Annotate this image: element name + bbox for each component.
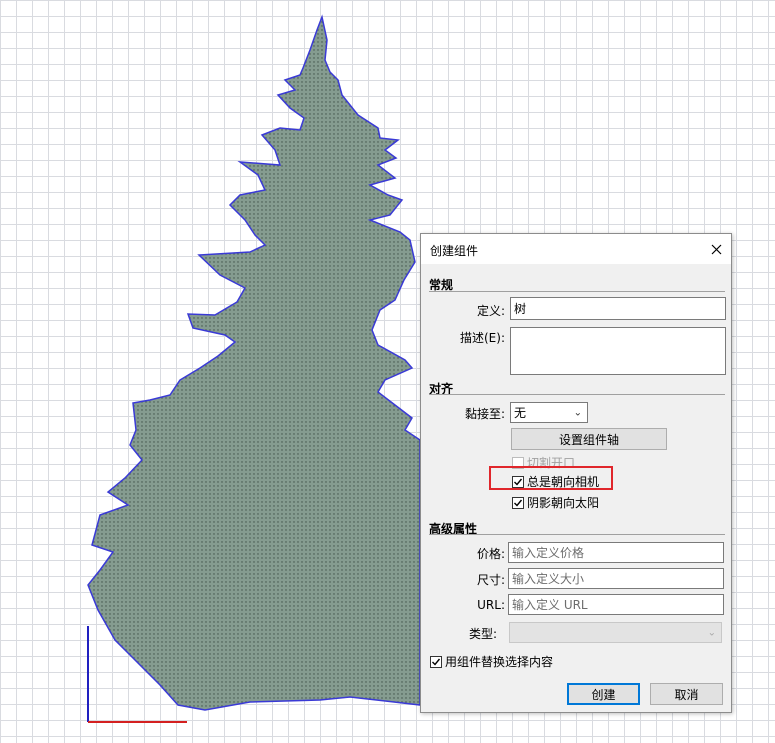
- checkbox-box: [512, 496, 524, 509]
- definition-label: 定义:: [476, 304, 505, 318]
- close-icon: [711, 244, 721, 254]
- section-divider: [429, 394, 725, 395]
- type-select[interactable]: ⌄: [509, 622, 722, 643]
- highlight-box: [489, 466, 613, 490]
- dialog-titlebar[interactable]: 创建组件: [421, 234, 731, 264]
- set-component-axes-button[interactable]: 设置组件轴: [511, 428, 667, 450]
- replace-selection-label: 用组件替换选择内容: [445, 655, 554, 669]
- size-input[interactable]: 输入定义大小: [508, 568, 724, 589]
- type-label: 类型:: [468, 627, 497, 641]
- glue-to-value: 无: [514, 406, 527, 420]
- price-input[interactable]: 输入定义价格: [508, 542, 724, 563]
- definition-input[interactable]: 树: [510, 297, 726, 320]
- checkmark-icon: [432, 658, 441, 666]
- size-label: 尺寸:: [476, 573, 505, 587]
- url-input[interactable]: 输入定义 URL: [508, 594, 724, 615]
- url-label: URL:: [477, 598, 505, 612]
- close-button[interactable]: [701, 234, 731, 264]
- shadows-face-sun-checkbox[interactable]: 阴影朝向太阳: [512, 494, 599, 511]
- glue-to-select[interactable]: 无 ⌄: [510, 402, 588, 423]
- checkbox-box: [430, 655, 442, 668]
- section-divider: [429, 534, 725, 535]
- dialog-title: 创建组件: [430, 244, 479, 258]
- price-label: 价格:: [476, 547, 505, 561]
- chevron-down-icon: ⌄: [707, 627, 716, 638]
- create-button[interactable]: 创建: [567, 683, 640, 705]
- cancel-button[interactable]: 取消: [650, 683, 723, 705]
- description-textarea[interactable]: [510, 327, 726, 375]
- section-divider: [429, 291, 725, 292]
- glue-to-label: 黏接至:: [464, 407, 505, 421]
- description-label: 描述(E):: [460, 331, 505, 345]
- tree-face[interactable]: [87, 14, 421, 711]
- checkmark-icon: [514, 499, 523, 507]
- shadows-face-sun-label: 阴影朝向太阳: [527, 496, 600, 510]
- chevron-down-icon: ⌄: [573, 407, 582, 418]
- replace-selection-checkbox[interactable]: 用组件替换选择内容: [430, 653, 553, 670]
